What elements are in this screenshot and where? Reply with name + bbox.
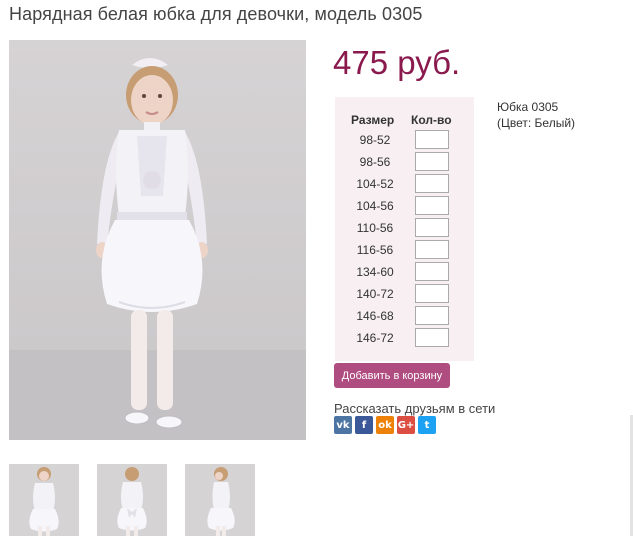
size-label: 104-52 <box>356 177 394 191</box>
quantity-input[interactable] <box>415 196 449 215</box>
google-plus-icon[interactable]: G+ <box>397 416 415 434</box>
size-quantity-table: Размер Кол-во 98-52 98-56 104-52 104-56 … <box>335 97 474 361</box>
size-row: 104-56 <box>335 196 474 218</box>
facebook-icon[interactable]: f <box>355 416 373 434</box>
quantity-input[interactable] <box>415 174 449 193</box>
thumbnail-front[interactable] <box>9 464 79 536</box>
quantity-input[interactable] <box>415 306 449 325</box>
size-row: 98-56 <box>335 152 474 174</box>
product-info: Юбка 0305 (Цвет: Белый) <box>497 99 575 131</box>
size-label: 98-52 <box>359 133 391 147</box>
quantity-input[interactable] <box>415 284 449 303</box>
size-label: 146-68 <box>356 309 394 323</box>
size-row: 116-56 <box>335 240 474 262</box>
size-row: 146-68 <box>335 306 474 328</box>
quantity-input[interactable] <box>415 328 449 347</box>
size-label: 146-72 <box>356 331 394 345</box>
size-label: 140-72 <box>356 287 394 301</box>
size-row: 140-72 <box>335 284 474 306</box>
thumbnail-side[interactable] <box>185 464 255 536</box>
product-title: Нарядная белая юбка для девочки, модель … <box>9 4 423 24</box>
product-model: Юбка 0305 <box>497 100 559 114</box>
size-row: 146-72 <box>335 328 474 350</box>
quantity-input[interactable] <box>415 130 449 149</box>
share-label: Рассказать друзьям в сети <box>334 401 496 416</box>
quantity-input[interactable] <box>415 240 449 259</box>
main-product-photo[interactable] <box>9 40 306 440</box>
size-row: 104-52 <box>335 174 474 196</box>
size-row: 110-56 <box>335 218 474 240</box>
vk-icon[interactable]: vk <box>334 416 352 434</box>
quantity-column-header: Кол-во <box>411 113 452 127</box>
product-color: (Цвет: Белый) <box>497 116 576 130</box>
size-label: 134-60 <box>356 265 394 279</box>
size-label: 98-56 <box>359 155 391 169</box>
size-label: 104-56 <box>356 199 394 213</box>
size-label: 110-56 <box>356 221 394 235</box>
quantity-input[interactable] <box>415 262 449 281</box>
thumbnail-back[interactable] <box>97 464 167 536</box>
size-label: 116-56 <box>356 243 394 257</box>
size-column-header: Размер <box>351 113 395 127</box>
size-row: 134-60 <box>335 262 474 284</box>
quantity-input[interactable] <box>415 218 449 237</box>
add-to-cart-button[interactable]: Добавить в корзину <box>334 363 450 388</box>
product-price: 475 руб. <box>333 44 461 81</box>
quantity-input[interactable] <box>415 152 449 171</box>
social-share-buttons: vk f ok G+ t <box>334 416 436 434</box>
twitter-icon[interactable]: t <box>418 416 436 434</box>
odnoklassniki-icon[interactable]: ok <box>376 416 394 434</box>
size-row: 98-52 <box>335 130 474 152</box>
